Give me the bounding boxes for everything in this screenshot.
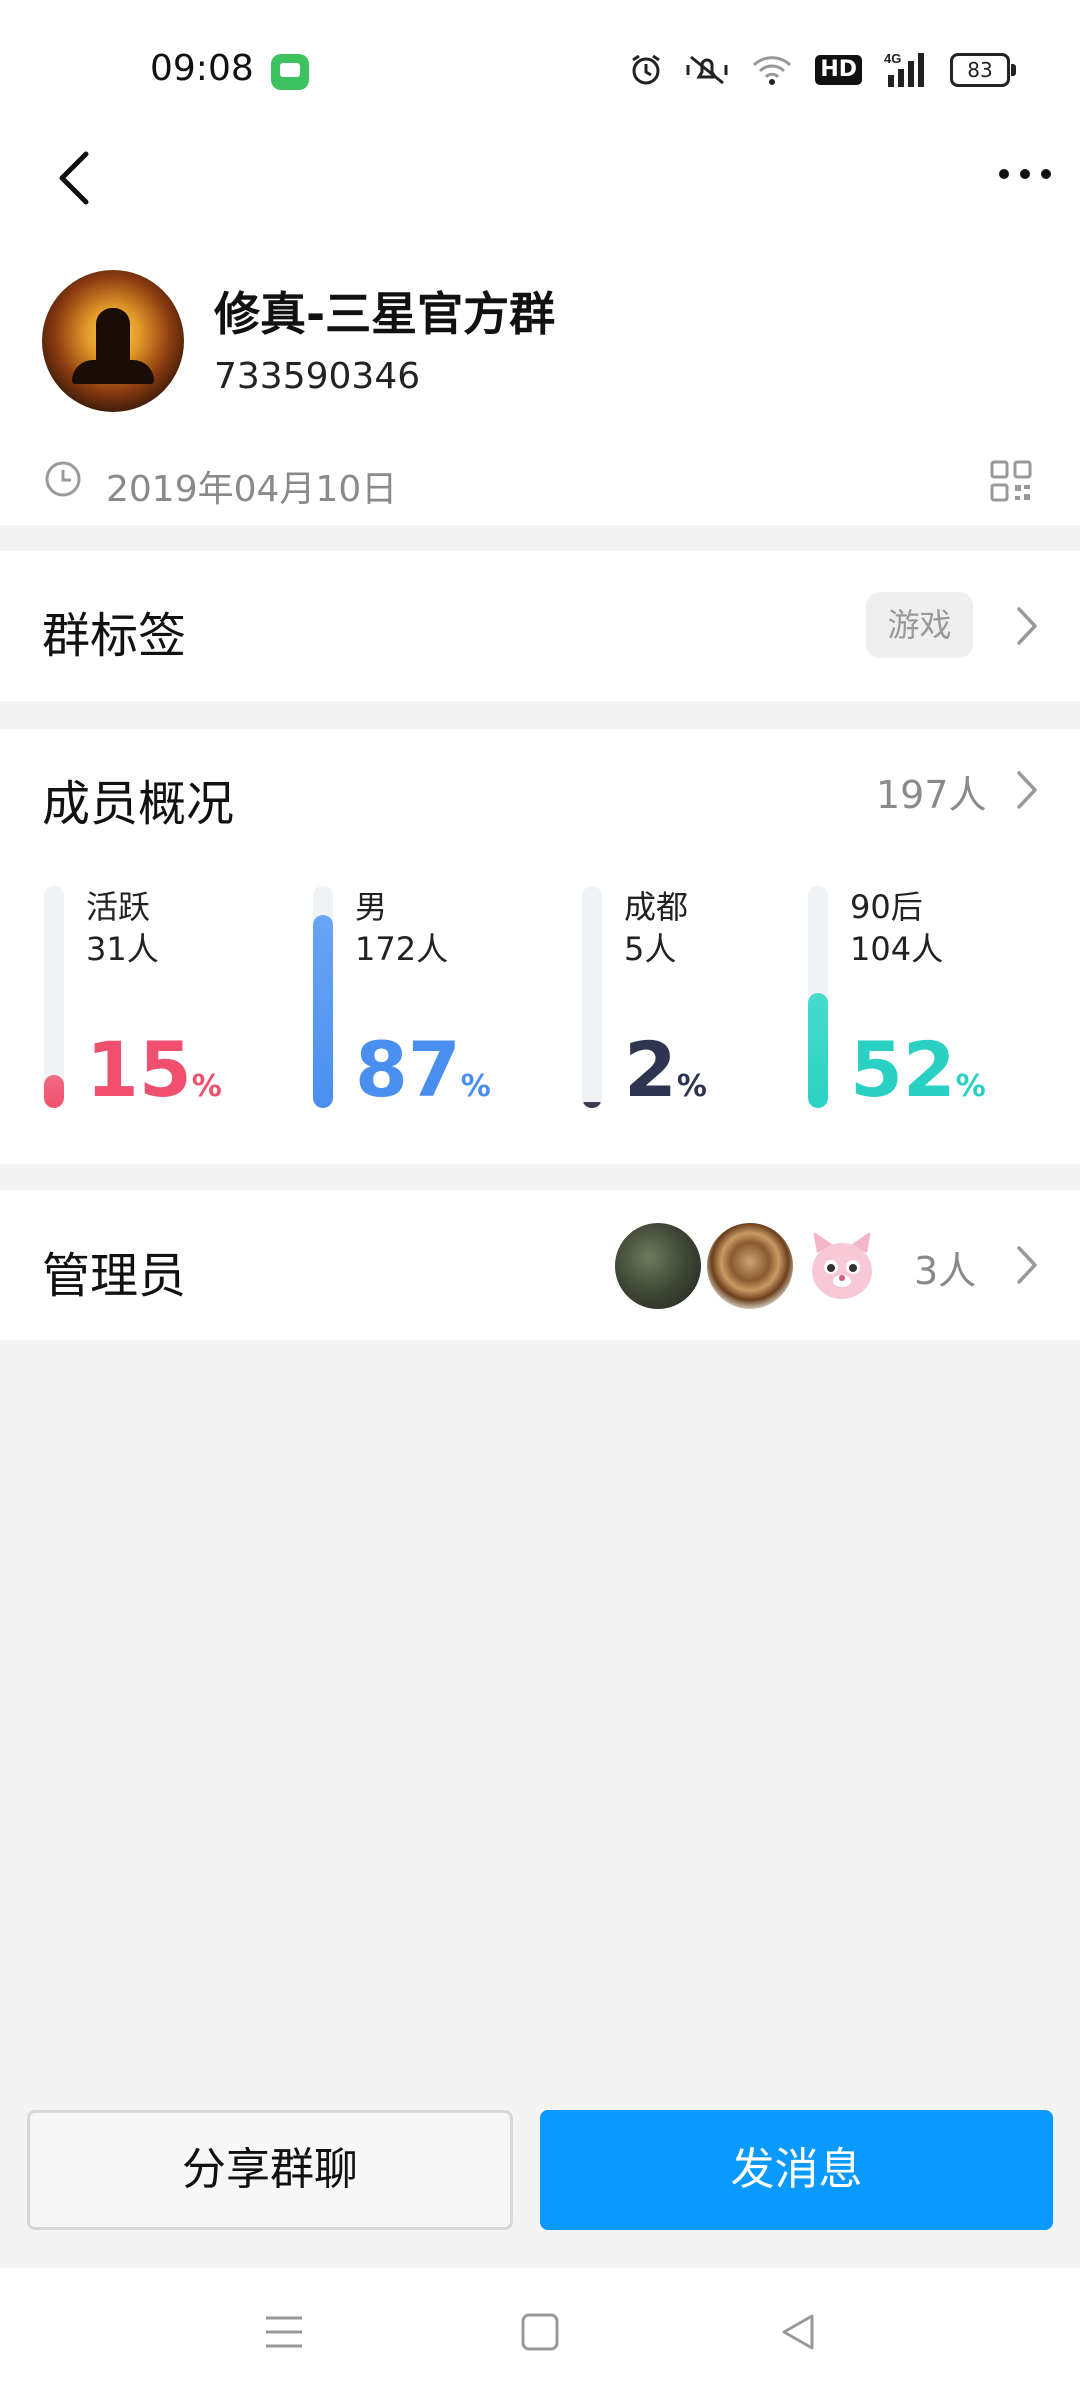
battery-icon: 83 <box>950 53 1016 87</box>
stat-percent-value: 52 <box>850 1025 956 1114</box>
member-overview-title: 成员概况 <box>42 776 235 832</box>
stat-percent: 87% <box>355 1030 491 1110</box>
nav-back-icon[interactable] <box>776 2310 820 2354</box>
stat-active: 活跃 31人 15% <box>44 886 274 1116</box>
stat-count: 5人 <box>624 930 677 968</box>
home-icon[interactable] <box>518 2310 562 2354</box>
member-count: 197人 <box>876 773 987 817</box>
admins-title: 管理员 <box>42 1248 187 1304</box>
stat-bar-track <box>313 886 333 1108</box>
stat-bar-track <box>808 886 828 1108</box>
percent-sign: % <box>191 1069 222 1104</box>
stat-percent: 52% <box>850 1030 986 1110</box>
stat-bar-fill <box>582 1102 602 1108</box>
stat-bar-fill <box>808 993 828 1108</box>
percent-sign: % <box>676 1069 707 1104</box>
back-arrow-icon[interactable] <box>52 148 100 208</box>
more-dots-icon[interactable] <box>995 160 1055 188</box>
status-icons: HD 4G 83 <box>629 50 1016 90</box>
stat-percent-value: 2 <box>624 1025 677 1114</box>
stat-percent: 15% <box>86 1030 222 1110</box>
stat-label: 90后 <box>850 888 923 926</box>
wifi-icon <box>753 56 792 85</box>
group-avatar[interactable] <box>42 270 184 412</box>
qr-code-icon[interactable] <box>990 460 1032 502</box>
signal-icon: 4G <box>884 51 924 87</box>
stat-city: 成都 5人 2% <box>582 886 812 1116</box>
group-name: 修真-三星官方群 <box>214 287 556 341</box>
admin-avatar[interactable] <box>612 1220 704 1312</box>
stat-count: 31人 <box>86 930 159 968</box>
group-tags-title: 群标签 <box>42 608 187 664</box>
share-group-button[interactable]: 分享群聊 <box>27 2110 513 2230</box>
stat-label: 成都 <box>624 888 689 926</box>
chevron-right-icon <box>1017 1246 1037 1284</box>
message-notification-icon <box>271 54 309 90</box>
tag-pill: 游戏 <box>866 592 973 658</box>
percent-sign: % <box>460 1069 491 1104</box>
admin-avatar[interactable] <box>704 1220 796 1312</box>
admin-avatar[interactable] <box>796 1220 888 1312</box>
stat-label: 活跃 <box>86 888 151 926</box>
hd-voice-icon: HD <box>815 55 862 85</box>
stat-bar-fill <box>44 1075 64 1108</box>
status-time: 09:08 <box>150 48 254 89</box>
stat-male: 男 172人 87% <box>313 886 543 1116</box>
group-id: 733590346 <box>214 356 421 397</box>
stat-bar-track <box>582 886 602 1108</box>
silent-mode-icon <box>686 55 728 85</box>
menu-icon[interactable] <box>262 2310 306 2354</box>
stat-label: 男 <box>355 888 388 926</box>
svg-text:4G: 4G <box>884 51 901 66</box>
stat-age: 90后 104人 52% <box>808 886 1038 1116</box>
chevron-right-icon <box>1017 607 1037 645</box>
stat-percent-value: 15 <box>86 1025 192 1114</box>
send-message-button[interactable]: 发消息 <box>540 2110 1053 2230</box>
percent-sign: % <box>955 1069 986 1104</box>
stat-count: 104人 <box>850 930 944 968</box>
stat-count: 172人 <box>355 930 449 968</box>
stat-bar-fill <box>313 915 333 1108</box>
admins-count: 3人 <box>914 1249 977 1293</box>
clock-icon <box>45 461 81 497</box>
stat-bar-track <box>44 886 64 1108</box>
created-date: 2019年04月10日 <box>106 469 398 510</box>
stat-percent-value: 87 <box>355 1025 461 1114</box>
alarm-icon <box>632 54 661 85</box>
stat-percent: 2% <box>624 1030 707 1110</box>
chevron-right-icon <box>1017 771 1037 809</box>
